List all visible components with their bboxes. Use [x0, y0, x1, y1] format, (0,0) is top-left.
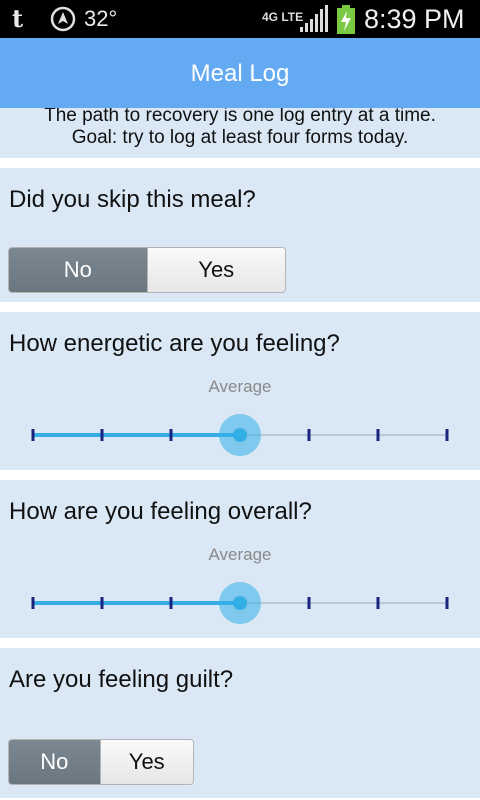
overall-feeling-card: How are you feeling overall? Average: [0, 480, 480, 638]
energy-value-label: Average: [208, 377, 272, 396]
meal-log-form[interactable]: The path to recovery is one log entry at…: [0, 108, 480, 800]
question-title: Are you feeling guilt?: [9, 666, 234, 693]
skip-meal-toggle[interactable]: No Yes: [8, 247, 286, 293]
slider-thumb[interactable]: [233, 428, 247, 442]
slider-graphic[interactable]: [20, 410, 460, 460]
tumblr-icon: t: [12, 4, 24, 33]
question-title: Did you skip this meal?: [9, 186, 256, 213]
guilt-yes-button[interactable]: Yes: [99, 740, 193, 784]
energy-slider[interactable]: [20, 410, 460, 460]
status-bar: t 32° 4G LTE 8:39 PM: [0, 0, 480, 38]
slider-thumb[interactable]: [233, 596, 247, 610]
skip-meal-card: Did you skip this meal? No Yes: [0, 168, 480, 302]
intro-line-1: The path to recovery is one log entry at…: [44, 108, 436, 126]
clock: 8:39 PM: [364, 4, 465, 34]
slider-graphic[interactable]: [20, 578, 460, 628]
guilt-toggle[interactable]: No Yes: [8, 739, 194, 785]
guilt-no-button[interactable]: No: [9, 740, 100, 784]
network-type-label: 4G LTE: [262, 10, 304, 24]
app-bar: Meal Log: [0, 38, 480, 108]
energy-card: How energetic are you feeling? Average: [0, 312, 480, 470]
skip-meal-no-button[interactable]: No: [9, 248, 147, 292]
question-title: How are you feeling overall?: [9, 498, 312, 525]
intro-card: The path to recovery is one log entry at…: [0, 108, 480, 158]
overall-slider[interactable]: [20, 578, 460, 628]
skip-meal-yes-button[interactable]: Yes: [146, 248, 285, 292]
overall-value-label: Average: [208, 545, 272, 564]
guilt-card: Are you feeling guilt? No Yes: [0, 648, 480, 798]
page-title: Meal Log: [190, 60, 290, 87]
intro-line-2: Goal: try to log at least four forms tod…: [71, 127, 409, 148]
question-title: How energetic are you feeling?: [9, 330, 340, 357]
temperature-label: 32°: [84, 6, 118, 31]
